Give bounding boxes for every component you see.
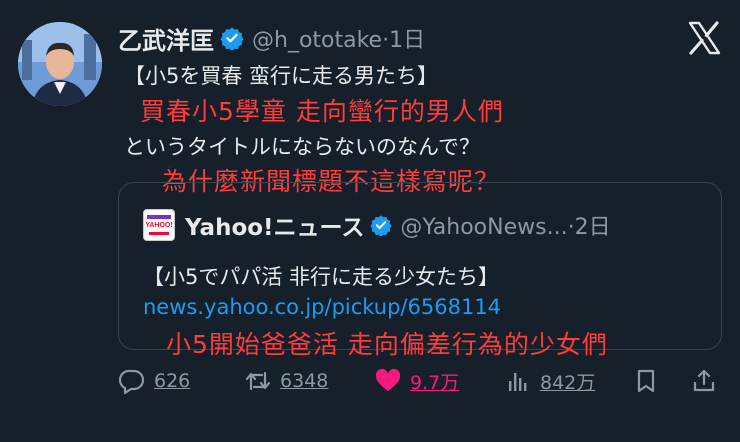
repost-icon (245, 371, 271, 391)
heart-filled-icon (375, 368, 401, 391)
analytics-bars-icon (509, 373, 527, 391)
translation-overlay-1: 買春小5學童 走向蠻行的男人們 (140, 97, 504, 126)
verified-badge-icon (370, 215, 393, 236)
quoted-author-name[interactable]: Yahoo!ニュース (185, 208, 364, 242)
views-button[interactable]: 842万 (504, 364, 595, 398)
reply-icon (118, 369, 145, 395)
views-count: 842万 (540, 371, 596, 394)
like-count: 9.7万 (410, 371, 460, 394)
author-name[interactable]: 乙武洋匡 (118, 21, 214, 56)
repost-button[interactable]: 6348 (244, 364, 328, 398)
avatar-photo (18, 22, 102, 106)
reply-button[interactable]: 626 (118, 364, 190, 398)
quoted-author-handle[interactable]: @YahooNews...·2日 (400, 209, 610, 241)
yahoo-news-avatar[interactable]: YAHOO! (143, 209, 175, 241)
quoted-post-time: 2日 (574, 215, 611, 240)
share-icon[interactable] (690, 367, 718, 395)
avatar[interactable] (18, 22, 102, 106)
quoted-tweet-text: 【小5でパパ活 非行に走る少女たち】 (143, 265, 500, 289)
tweet-text-line2: というタイトルにならないのなんで？ (124, 135, 480, 159)
post-time: 1日 (389, 28, 426, 53)
reply-count: 626 (154, 370, 191, 392)
quoted-tweet-link[interactable]: news.yahoo.co.jp/pickup/6568114 (143, 295, 501, 319)
translation-overlay-3: 小5開始爸爸活 走向偏差行為的少女們 (166, 330, 608, 359)
yahoo-logo-text: YAHOO! (145, 222, 173, 229)
tweet-header: 乙武洋匡 @h_ototake·1日 (118, 20, 425, 56)
author-handle[interactable]: @h_ototake·1日 (252, 22, 425, 54)
repost-count: 6348 (280, 370, 329, 392)
bookmark-icon[interactable] (632, 367, 660, 395)
like-button[interactable]: 9.7万 (374, 364, 459, 398)
x-logo-icon[interactable] (686, 20, 722, 56)
verified-badge-icon (220, 27, 244, 50)
quoted-tweet-header: YAHOO! Yahoo!ニュース @YahooNews...·2日 (143, 207, 611, 243)
tweet-text-line1: 【小5を買春 蛮行に走る男たち】 (124, 64, 439, 88)
